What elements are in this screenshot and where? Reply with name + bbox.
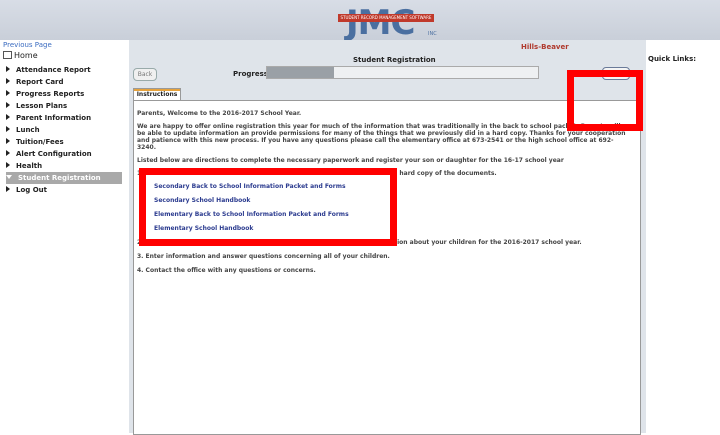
sidebar-item-alert-configuration[interactable]: Alert Configuration <box>6 148 122 160</box>
progress-segment <box>470 66 505 79</box>
highlight-box-links <box>139 168 397 246</box>
jmc-logo: JMC STUDENT RECORD MANAGEMENT SOFTWARE I… <box>338 0 437 43</box>
sidebar-item-student-registration[interactable]: Student Registration <box>6 172 122 184</box>
tab-label: Instructions <box>136 91 178 98</box>
intro-line-3: and patience with this new process. If y… <box>137 137 614 144</box>
directions-intro: Listed below are directions to complete … <box>137 157 564 164</box>
progress-segment <box>334 66 369 79</box>
triangle-right-icon <box>6 114 10 120</box>
sidebar-item-health[interactable]: Health <box>6 160 122 172</box>
sidebar-item-lesson-plans[interactable]: Lesson Plans <box>6 100 122 112</box>
sidebar-item-label: Progress Reports <box>16 90 85 98</box>
triangle-right-icon <box>6 186 10 192</box>
sidebar-item-progress-reports[interactable]: Progress Reports <box>6 88 122 100</box>
triangle-right-icon <box>6 138 10 144</box>
instructions-panel: Parents, Welcome to the 2016-2017 School… <box>133 100 641 435</box>
intro-line-2: be able to update information an provide… <box>137 130 626 137</box>
home-label: Home <box>14 51 38 60</box>
sidebar-item-label: Alert Configuration <box>16 150 92 158</box>
sidebar-item-tuition-fees[interactable]: Tuition/Fees <box>6 136 122 148</box>
intro-line-1: We are happy to offer online registratio… <box>137 123 621 130</box>
quick-links-heading: Quick Links: <box>648 55 697 63</box>
logo-tagline: STUDENT RECORD MANAGEMENT SOFTWARE <box>338 14 434 22</box>
step-2-text: rmation about your children for the 2016… <box>381 239 582 246</box>
sidebar-item-label: Log Out <box>16 186 47 194</box>
sidebar: Previous Page Home Attendance Report Rep… <box>0 40 128 433</box>
home-link[interactable]: Home <box>3 51 38 60</box>
triangle-right-icon <box>6 66 10 72</box>
back-button[interactable]: Back <box>133 68 157 81</box>
sidebar-item-label: Tuition/Fees <box>16 138 64 146</box>
progress-segment <box>402 66 437 79</box>
progress-segment <box>300 66 335 79</box>
triangle-right-icon <box>6 162 10 168</box>
sidebar-item-label: Student Registration <box>18 174 101 182</box>
page-title: Student Registration <box>353 56 436 64</box>
triangle-right-icon <box>6 126 10 132</box>
sidebar-item-label: Report Card <box>16 78 64 86</box>
right-rail <box>646 40 720 433</box>
progress-segment <box>436 66 471 79</box>
triangle-right-icon <box>6 78 10 84</box>
step-3-text: 3. Enter information and answer question… <box>137 253 390 260</box>
sidebar-item-parent-information[interactable]: Parent Information <box>6 112 122 124</box>
triangle-down-icon <box>6 175 12 179</box>
tab-instructions[interactable]: Instructions <box>133 88 181 100</box>
progress-segment <box>368 66 403 79</box>
sidebar-item-label: Health <box>16 162 43 170</box>
triangle-right-icon <box>6 102 10 108</box>
highlight-box-next <box>567 70 643 131</box>
step-4-text: 4. Contact the office with any questions… <box>137 267 316 274</box>
sidebar-item-report-card[interactable]: Report Card <box>6 76 122 88</box>
tab-active-indicator <box>134 89 180 91</box>
sidebar-item-label: Lunch <box>16 126 40 134</box>
previous-page-link[interactable]: Previous Page <box>3 41 52 49</box>
progress-segment <box>266 66 302 79</box>
welcome-heading: Parents, Welcome to the 2016-2017 School… <box>137 110 302 117</box>
sidebar-item-label: Lesson Plans <box>16 102 68 110</box>
sidebar-item-label: Parent Information <box>16 114 92 122</box>
sidebar-item-attendance-report[interactable]: Attendance Report <box>6 64 122 76</box>
sidebar-item-log-out[interactable]: Log Out <box>6 184 122 196</box>
school-name: Hills-Beaver <box>521 43 569 51</box>
logo-text: JMC <box>346 3 415 43</box>
triangle-right-icon <box>6 150 10 156</box>
sidebar-item-label: Attendance Report <box>16 66 91 74</box>
home-icon <box>3 51 12 59</box>
logo-inc: INC <box>428 31 437 37</box>
intro-line-4: 3240. <box>137 144 156 151</box>
triangle-right-icon <box>6 90 10 96</box>
progress-segment <box>504 66 539 79</box>
sidebar-item-lunch[interactable]: Lunch <box>6 124 122 136</box>
